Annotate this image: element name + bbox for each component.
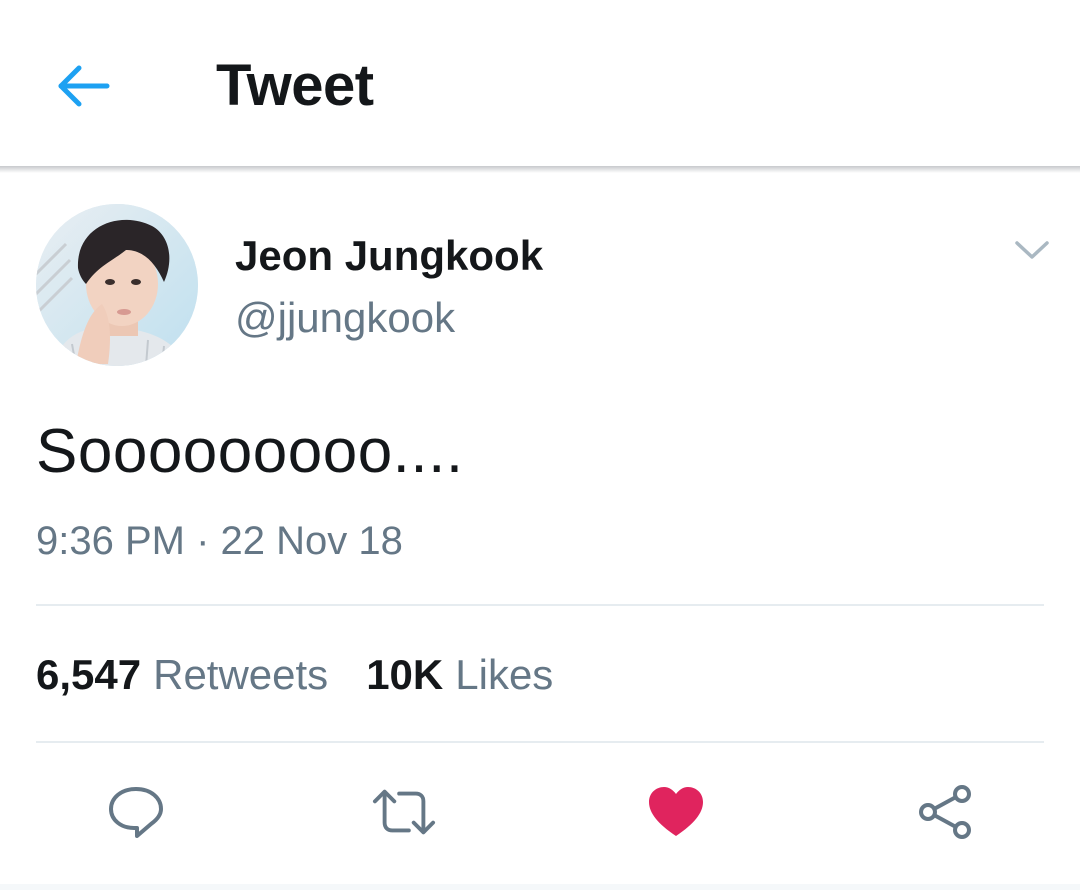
share-button[interactable] bbox=[914, 780, 978, 844]
heart-icon bbox=[649, 787, 703, 836]
reply-button[interactable] bbox=[104, 780, 168, 844]
divider bbox=[36, 741, 1044, 743]
share-icon bbox=[919, 785, 971, 839]
timestamp-separator: · bbox=[196, 519, 210, 563]
tweet-menu-button[interactable] bbox=[1006, 228, 1058, 272]
retweet-button[interactable] bbox=[372, 780, 436, 844]
like-button[interactable] bbox=[644, 780, 708, 844]
header-divider bbox=[0, 166, 1080, 173]
tweet-time: 9:36 PM bbox=[36, 519, 185, 563]
page-title: Tweet bbox=[216, 53, 374, 118]
back-button[interactable] bbox=[52, 58, 116, 114]
author-name[interactable]: Jeon Jungkook bbox=[235, 230, 543, 282]
tweet-timestamp: 9:36 PM · 22 Nov 18 bbox=[36, 515, 403, 567]
top-bar: Tweet bbox=[0, 0, 1080, 166]
arrow-left-icon bbox=[58, 65, 110, 107]
tweet-text: Sooooooooo.... bbox=[36, 417, 464, 486]
avatar-image bbox=[36, 204, 198, 366]
chevron-down-icon bbox=[1015, 241, 1049, 259]
retweet-icon bbox=[372, 789, 436, 835]
tweet-date: 22 Nov 18 bbox=[220, 519, 403, 563]
comment-bubble-icon bbox=[109, 787, 163, 838]
likes-stat[interactable]: 10K Likes bbox=[366, 648, 553, 702]
tweet-stats: 6,547 Retweets 10K Likes bbox=[36, 648, 553, 702]
likes-label: Likes bbox=[455, 651, 554, 698]
avatar[interactable] bbox=[36, 204, 198, 366]
retweets-label: Retweets bbox=[153, 651, 329, 698]
retweets-count: 6,547 bbox=[36, 651, 142, 698]
author-handle[interactable]: @jjungkook bbox=[235, 292, 455, 344]
retweets-stat[interactable]: 6,547 Retweets bbox=[36, 648, 328, 702]
divider bbox=[36, 604, 1044, 606]
bottom-divider bbox=[0, 884, 1080, 890]
likes-count: 10K bbox=[366, 651, 444, 698]
